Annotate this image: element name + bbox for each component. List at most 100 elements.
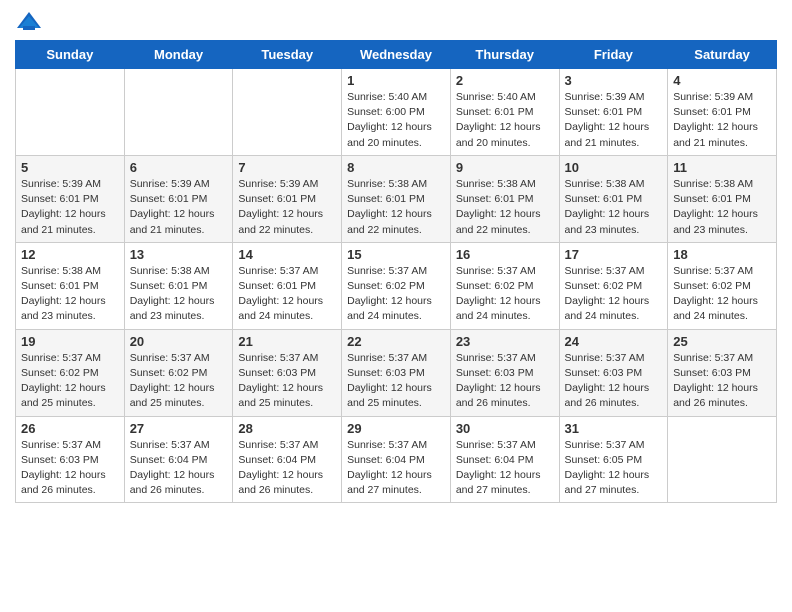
day-info: Sunrise: 5:38 AM Sunset: 6:01 PM Dayligh…	[130, 264, 228, 325]
day-number: 3	[565, 73, 663, 88]
day-info: Sunrise: 5:37 AM Sunset: 6:02 PM Dayligh…	[347, 264, 445, 325]
day-number: 22	[347, 334, 445, 349]
calendar-cell: 11Sunrise: 5:38 AM Sunset: 6:01 PM Dayli…	[668, 155, 777, 242]
day-info: Sunrise: 5:37 AM Sunset: 6:02 PM Dayligh…	[456, 264, 554, 325]
day-info: Sunrise: 5:37 AM Sunset: 6:04 PM Dayligh…	[238, 438, 336, 499]
day-number: 15	[347, 247, 445, 262]
day-number: 17	[565, 247, 663, 262]
calendar-cell: 31 Sunrise: 5:37 AM Sunset: 6:05 PM Dayli…	[559, 416, 668, 503]
calendar-cell	[233, 69, 342, 156]
weekday-header-thursday: Thursday	[450, 41, 559, 69]
calendar-week-row: 26 Sunrise: 5:37 AM Sunset: 6:03 PM Dayli…	[16, 416, 777, 503]
day-info: Sunrise: 5:38 AM Sunset: 6:01 PM Dayligh…	[347, 177, 445, 238]
day-info: Sunrise: 5:38 AM Sunset: 6:01 PM Dayligh…	[456, 177, 554, 238]
day-info: Sunrise: 5:38 AM Sunset: 6:01 PM Dayligh…	[673, 177, 771, 238]
header	[15, 10, 777, 32]
day-number: 5	[21, 160, 119, 175]
day-number: 28	[238, 421, 336, 436]
calendar-header: SundayMondayTuesdayWednesdayThursdayFrid…	[16, 41, 777, 69]
calendar-cell: 4Sunrise: 5:39 AM Sunset: 6:01 PM Daylig…	[668, 69, 777, 156]
day-number: 29	[347, 421, 445, 436]
calendar-cell: 23Sunrise: 5:37 AM Sunset: 6:03 PM Dayli…	[450, 329, 559, 416]
weekday-header-friday: Friday	[559, 41, 668, 69]
calendar-cell	[668, 416, 777, 503]
day-info: Sunrise: 5:40 AM Sunset: 6:01 PM Dayligh…	[456, 90, 554, 151]
day-number: 24	[565, 334, 663, 349]
day-info: Sunrise: 5:38 AM Sunset: 6:01 PM Dayligh…	[565, 177, 663, 238]
calendar-cell: 2 Sunrise: 5:40 AM Sunset: 6:01 PM Daylig…	[450, 69, 559, 156]
weekday-header-saturday: Saturday	[668, 41, 777, 69]
calendar-cell: 15 Sunrise: 5:37 AM Sunset: 6:02 PM Dayli…	[342, 242, 451, 329]
calendar-body: 1 Sunrise: 5:40 AM Sunset: 6:00 PM Daylig…	[16, 69, 777, 503]
day-number: 6	[130, 160, 228, 175]
calendar-cell: 14Sunrise: 5:37 AM Sunset: 6:01 PM Dayli…	[233, 242, 342, 329]
calendar-cell: 8 Sunrise: 5:38 AM Sunset: 6:01 PM Daylig…	[342, 155, 451, 242]
calendar-cell: 9 Sunrise: 5:38 AM Sunset: 6:01 PM Daylig…	[450, 155, 559, 242]
day-info: Sunrise: 5:37 AM Sunset: 6:05 PM Dayligh…	[565, 438, 663, 499]
calendar-cell: 20Sunrise: 5:37 AM Sunset: 6:02 PM Dayli…	[124, 329, 233, 416]
calendar-cell: 6Sunrise: 5:39 AM Sunset: 6:01 PM Daylig…	[124, 155, 233, 242]
day-info: Sunrise: 5:37 AM Sunset: 6:01 PM Dayligh…	[238, 264, 336, 325]
day-info: Sunrise: 5:37 AM Sunset: 6:04 PM Dayligh…	[347, 438, 445, 499]
day-info: Sunrise: 5:37 AM Sunset: 6:03 PM Dayligh…	[565, 351, 663, 412]
day-number: 27	[130, 421, 228, 436]
day-info: Sunrise: 5:37 AM Sunset: 6:04 PM Dayligh…	[130, 438, 228, 499]
calendar-cell: 19Sunrise: 5:37 AM Sunset: 6:02 PM Dayli…	[16, 329, 125, 416]
weekday-header-sunday: Sunday	[16, 41, 125, 69]
calendar-week-row: 12 Sunrise: 5:38 AM Sunset: 6:01 PM Dayli…	[16, 242, 777, 329]
day-info: Sunrise: 5:37 AM Sunset: 6:03 PM Dayligh…	[21, 438, 119, 499]
calendar-table: SundayMondayTuesdayWednesdayThursdayFrid…	[15, 40, 777, 503]
calendar-cell: 17Sunrise: 5:37 AM Sunset: 6:02 PM Dayli…	[559, 242, 668, 329]
day-number: 12	[21, 247, 119, 262]
calendar-cell: 12 Sunrise: 5:38 AM Sunset: 6:01 PM Dayli…	[16, 242, 125, 329]
day-info: Sunrise: 5:40 AM Sunset: 6:00 PM Dayligh…	[347, 90, 445, 151]
calendar-cell: 30Sunrise: 5:37 AM Sunset: 6:04 PM Dayli…	[450, 416, 559, 503]
weekday-header-tuesday: Tuesday	[233, 41, 342, 69]
day-info: Sunrise: 5:37 AM Sunset: 6:03 PM Dayligh…	[238, 351, 336, 412]
calendar-cell: 1 Sunrise: 5:40 AM Sunset: 6:00 PM Daylig…	[342, 69, 451, 156]
day-number: 16	[456, 247, 554, 262]
day-info: Sunrise: 5:39 AM Sunset: 6:01 PM Dayligh…	[238, 177, 336, 238]
day-number: 8	[347, 160, 445, 175]
calendar-cell: 7Sunrise: 5:39 AM Sunset: 6:01 PM Daylig…	[233, 155, 342, 242]
logo	[15, 10, 47, 32]
calendar-cell: 24 Sunrise: 5:37 AM Sunset: 6:03 PM Dayli…	[559, 329, 668, 416]
day-info: Sunrise: 5:38 AM Sunset: 6:01 PM Dayligh…	[21, 264, 119, 325]
calendar-cell	[16, 69, 125, 156]
day-info: Sunrise: 5:37 AM Sunset: 6:02 PM Dayligh…	[673, 264, 771, 325]
day-info: Sunrise: 5:37 AM Sunset: 6:03 PM Dayligh…	[673, 351, 771, 412]
calendar-cell: 5 Sunrise: 5:39 AM Sunset: 6:01 PM Daylig…	[16, 155, 125, 242]
day-number: 20	[130, 334, 228, 349]
day-number: 31	[565, 421, 663, 436]
calendar-cell	[124, 69, 233, 156]
page: SundayMondayTuesdayWednesdayThursdayFrid…	[0, 0, 792, 518]
calendar-week-row: 5 Sunrise: 5:39 AM Sunset: 6:01 PM Daylig…	[16, 155, 777, 242]
day-info: Sunrise: 5:37 AM Sunset: 6:04 PM Dayligh…	[456, 438, 554, 499]
calendar-week-row: 1 Sunrise: 5:40 AM Sunset: 6:00 PM Daylig…	[16, 69, 777, 156]
day-info: Sunrise: 5:39 AM Sunset: 6:01 PM Dayligh…	[673, 90, 771, 151]
calendar-cell: 27 Sunrise: 5:37 AM Sunset: 6:04 PM Dayli…	[124, 416, 233, 503]
calendar-week-row: 19Sunrise: 5:37 AM Sunset: 6:02 PM Dayli…	[16, 329, 777, 416]
calendar-cell: 25 Sunrise: 5:37 AM Sunset: 6:03 PM Dayli…	[668, 329, 777, 416]
weekday-header-row: SundayMondayTuesdayWednesdayThursdayFrid…	[16, 41, 777, 69]
day-number: 25	[673, 334, 771, 349]
day-info: Sunrise: 5:39 AM Sunset: 6:01 PM Dayligh…	[565, 90, 663, 151]
calendar-cell: 16 Sunrise: 5:37 AM Sunset: 6:02 PM Dayli…	[450, 242, 559, 329]
day-number: 26	[21, 421, 119, 436]
day-info: Sunrise: 5:37 AM Sunset: 6:03 PM Dayligh…	[347, 351, 445, 412]
day-number: 1	[347, 73, 445, 88]
day-number: 10	[565, 160, 663, 175]
day-number: 21	[238, 334, 336, 349]
day-info: Sunrise: 5:37 AM Sunset: 6:03 PM Dayligh…	[456, 351, 554, 412]
calendar-cell: 26 Sunrise: 5:37 AM Sunset: 6:03 PM Dayli…	[16, 416, 125, 503]
day-number: 9	[456, 160, 554, 175]
calendar-cell: 29 Sunrise: 5:37 AM Sunset: 6:04 PM Dayli…	[342, 416, 451, 503]
day-info: Sunrise: 5:39 AM Sunset: 6:01 PM Dayligh…	[21, 177, 119, 238]
day-number: 2	[456, 73, 554, 88]
generalblue-logo-icon	[15, 10, 43, 32]
day-number: 19	[21, 334, 119, 349]
weekday-header-wednesday: Wednesday	[342, 41, 451, 69]
day-number: 13	[130, 247, 228, 262]
calendar-cell: 13 Sunrise: 5:38 AM Sunset: 6:01 PM Dayli…	[124, 242, 233, 329]
calendar-cell: 3 Sunrise: 5:39 AM Sunset: 6:01 PM Daylig…	[559, 69, 668, 156]
